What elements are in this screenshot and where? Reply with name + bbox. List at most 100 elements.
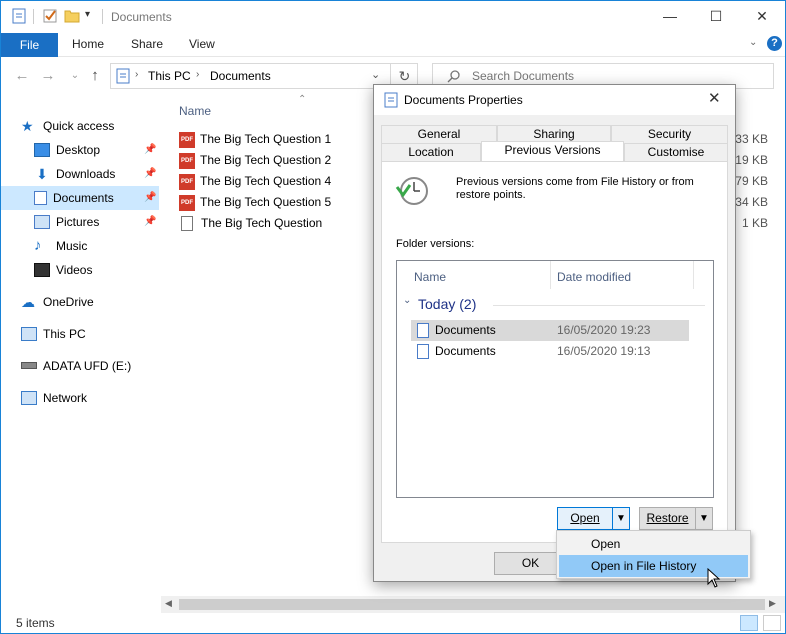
close-icon[interactable]: ✕ <box>708 89 721 107</box>
file-item[interactable]: PDF The Big Tech Question 4 <box>179 171 331 191</box>
tab-customise[interactable]: Customise <box>624 143 728 161</box>
properties-icon[interactable] <box>11 8 27 24</box>
sidebar-item-label: Desktop <box>56 143 101 157</box>
ribbon <box>1 33 785 57</box>
file-item[interactable]: PDF The Big Tech Question 1 <box>179 129 331 149</box>
sidebar-item-label: Network <box>43 391 88 405</box>
version-date: 16/05/2020 19:13 <box>557 344 651 358</box>
pin-icon[interactable]: 📌 <box>144 216 156 227</box>
sidebar-item-network[interactable]: Network <box>21 387 87 409</box>
sidebar-item-label: OneDrive <box>43 295 94 309</box>
minimize-button[interactable]: — <box>647 1 693 32</box>
open-dropdown-arrow-icon[interactable]: ▼ <box>612 507 630 530</box>
breadcrumb-documents[interactable]: Documents <box>210 69 271 83</box>
tab-file[interactable]: File <box>1 33 58 57</box>
file-size: 1 KB <box>741 216 768 230</box>
documents-icon <box>34 190 47 205</box>
sidebar-item-adata[interactable]: ADATA UFD (E:) <box>21 355 131 377</box>
forward-arrow-icon[interactable]: → <box>39 67 57 85</box>
tab-previous-versions[interactable]: Previous Versions <box>481 141 624 161</box>
tab-general[interactable]: General <box>381 125 497 143</box>
drive-icon <box>21 362 37 370</box>
pictures-icon <box>34 214 50 229</box>
large-icons-view-icon[interactable] <box>763 615 781 631</box>
scroll-left-icon[interactable]: ◀ <box>165 598 172 609</box>
version-name: Documents <box>435 344 496 358</box>
recent-locations-icon[interactable]: ⌄ <box>66 67 84 85</box>
file-name: The Big Tech Question 4 <box>200 174 332 188</box>
group-collapse-icon[interactable]: ⌄ <box>403 295 411 306</box>
sidebar-item-music[interactable]: ♪ Music <box>34 235 87 257</box>
documents-icon <box>417 323 429 338</box>
sidebar-item-label: Pictures <box>56 215 100 229</box>
open-button[interactable]: Open <box>557 507 613 530</box>
checkmark-icon[interactable] <box>42 8 58 24</box>
mouse-cursor-icon <box>707 568 721 588</box>
breadcrumb-this-pc[interactable]: This PC <box>148 69 191 83</box>
text-document-icon <box>181 216 193 232</box>
close-window-button[interactable]: ✕ <box>739 1 785 32</box>
folder-versions-label: Folder versions: <box>396 238 475 250</box>
divider <box>33 9 34 24</box>
group-divider <box>493 305 705 306</box>
column-header-date-modified[interactable]: Date modified <box>557 270 631 284</box>
sidebar-item-videos[interactable]: Videos <box>34 259 92 281</box>
version-row[interactable]: Documents 16/05/2020 19:23 <box>411 320 689 341</box>
sidebar-item-label: Documents <box>53 191 114 205</box>
music-icon: ♪ <box>34 236 42 254</box>
scroll-right-icon[interactable]: ▶ <box>769 598 776 609</box>
sidebar-item-label: Downloads <box>56 167 116 181</box>
column-header-name[interactable]: Name <box>179 104 211 118</box>
file-item[interactable]: The Big Tech Question <box>179 213 322 233</box>
tab-security[interactable]: Security <box>611 125 728 143</box>
sidebar-item-onedrive[interactable]: ☁ OneDrive <box>21 291 94 313</box>
file-item[interactable]: PDF The Big Tech Question 2 <box>179 150 331 170</box>
quick-access-dropdown-icon[interactable]: ▾ <box>85 9 90 20</box>
up-arrow-icon[interactable]: ↑ <box>86 67 104 85</box>
documents-icon <box>417 344 429 359</box>
documents-icon <box>116 68 130 84</box>
restore-button[interactable]: Restore <box>639 507 696 530</box>
search-placeholder: Search Documents <box>472 69 575 83</box>
pin-icon[interactable]: 📌 <box>144 144 156 155</box>
pin-icon[interactable]: 📌 <box>144 192 156 203</box>
file-name: The Big Tech Question 2 <box>200 153 332 167</box>
sidebar-item-pictures[interactable]: Pictures <box>34 211 99 233</box>
file-name: The Big Tech Question 5 <box>200 195 332 209</box>
version-row[interactable]: Documents 16/05/2020 19:13 <box>411 341 689 362</box>
sidebar-item-documents[interactable]: Documents <box>34 187 114 209</box>
sidebar-item-desktop[interactable]: Desktop <box>34 139 100 161</box>
address-dropdown-icon[interactable]: ⌄ <box>371 68 380 81</box>
scrollbar-thumb[interactable] <box>179 599 765 610</box>
new-folder-icon[interactable] <box>64 8 80 24</box>
restore-dropdown-arrow-icon[interactable]: ▼ <box>695 507 713 530</box>
tab-share[interactable]: Share <box>131 37 163 51</box>
tab-home[interactable]: Home <box>72 37 104 51</box>
window-title: Documents <box>111 10 172 24</box>
expand-ribbon-icon[interactable]: ⌄ <box>749 37 757 48</box>
tab-location[interactable]: Location <box>381 143 481 161</box>
menu-item-open[interactable]: Open <box>559 533 748 555</box>
sidebar-item-label: Videos <box>56 263 93 277</box>
column-header-name[interactable]: Name <box>414 270 446 284</box>
file-item[interactable]: PDF The Big Tech Question 5 <box>179 192 331 212</box>
restore-button-label: Restore <box>646 511 689 525</box>
file-name: The Big Tech Question 1 <box>200 132 332 146</box>
computer-icon <box>21 326 37 341</box>
sidebar-item-label: ADATA UFD (E:) <box>43 359 132 373</box>
search-icon <box>447 70 460 83</box>
back-arrow-icon[interactable]: ← <box>13 67 31 85</box>
versions-list[interactable]: Name Date modified ⌄ Today (2) Documents… <box>396 260 714 498</box>
sidebar-item-this-pc[interactable]: This PC <box>21 323 86 345</box>
sidebar-item-downloads[interactable]: ⬇ Downloads <box>34 163 115 185</box>
details-view-icon[interactable] <box>740 615 758 631</box>
pin-icon[interactable]: 📌 <box>144 168 156 179</box>
sidebar-item-label: Quick access <box>43 119 115 133</box>
sidebar-item-quick-access[interactable]: ★ Quick access <box>21 115 114 137</box>
column-divider <box>550 261 551 289</box>
maximize-button[interactable]: ☐ <box>693 1 739 32</box>
star-icon: ★ <box>21 117 34 134</box>
tab-view[interactable]: View <box>189 37 215 51</box>
group-header[interactable]: Today (2) <box>418 296 476 312</box>
help-icon[interactable]: ? <box>767 36 782 51</box>
